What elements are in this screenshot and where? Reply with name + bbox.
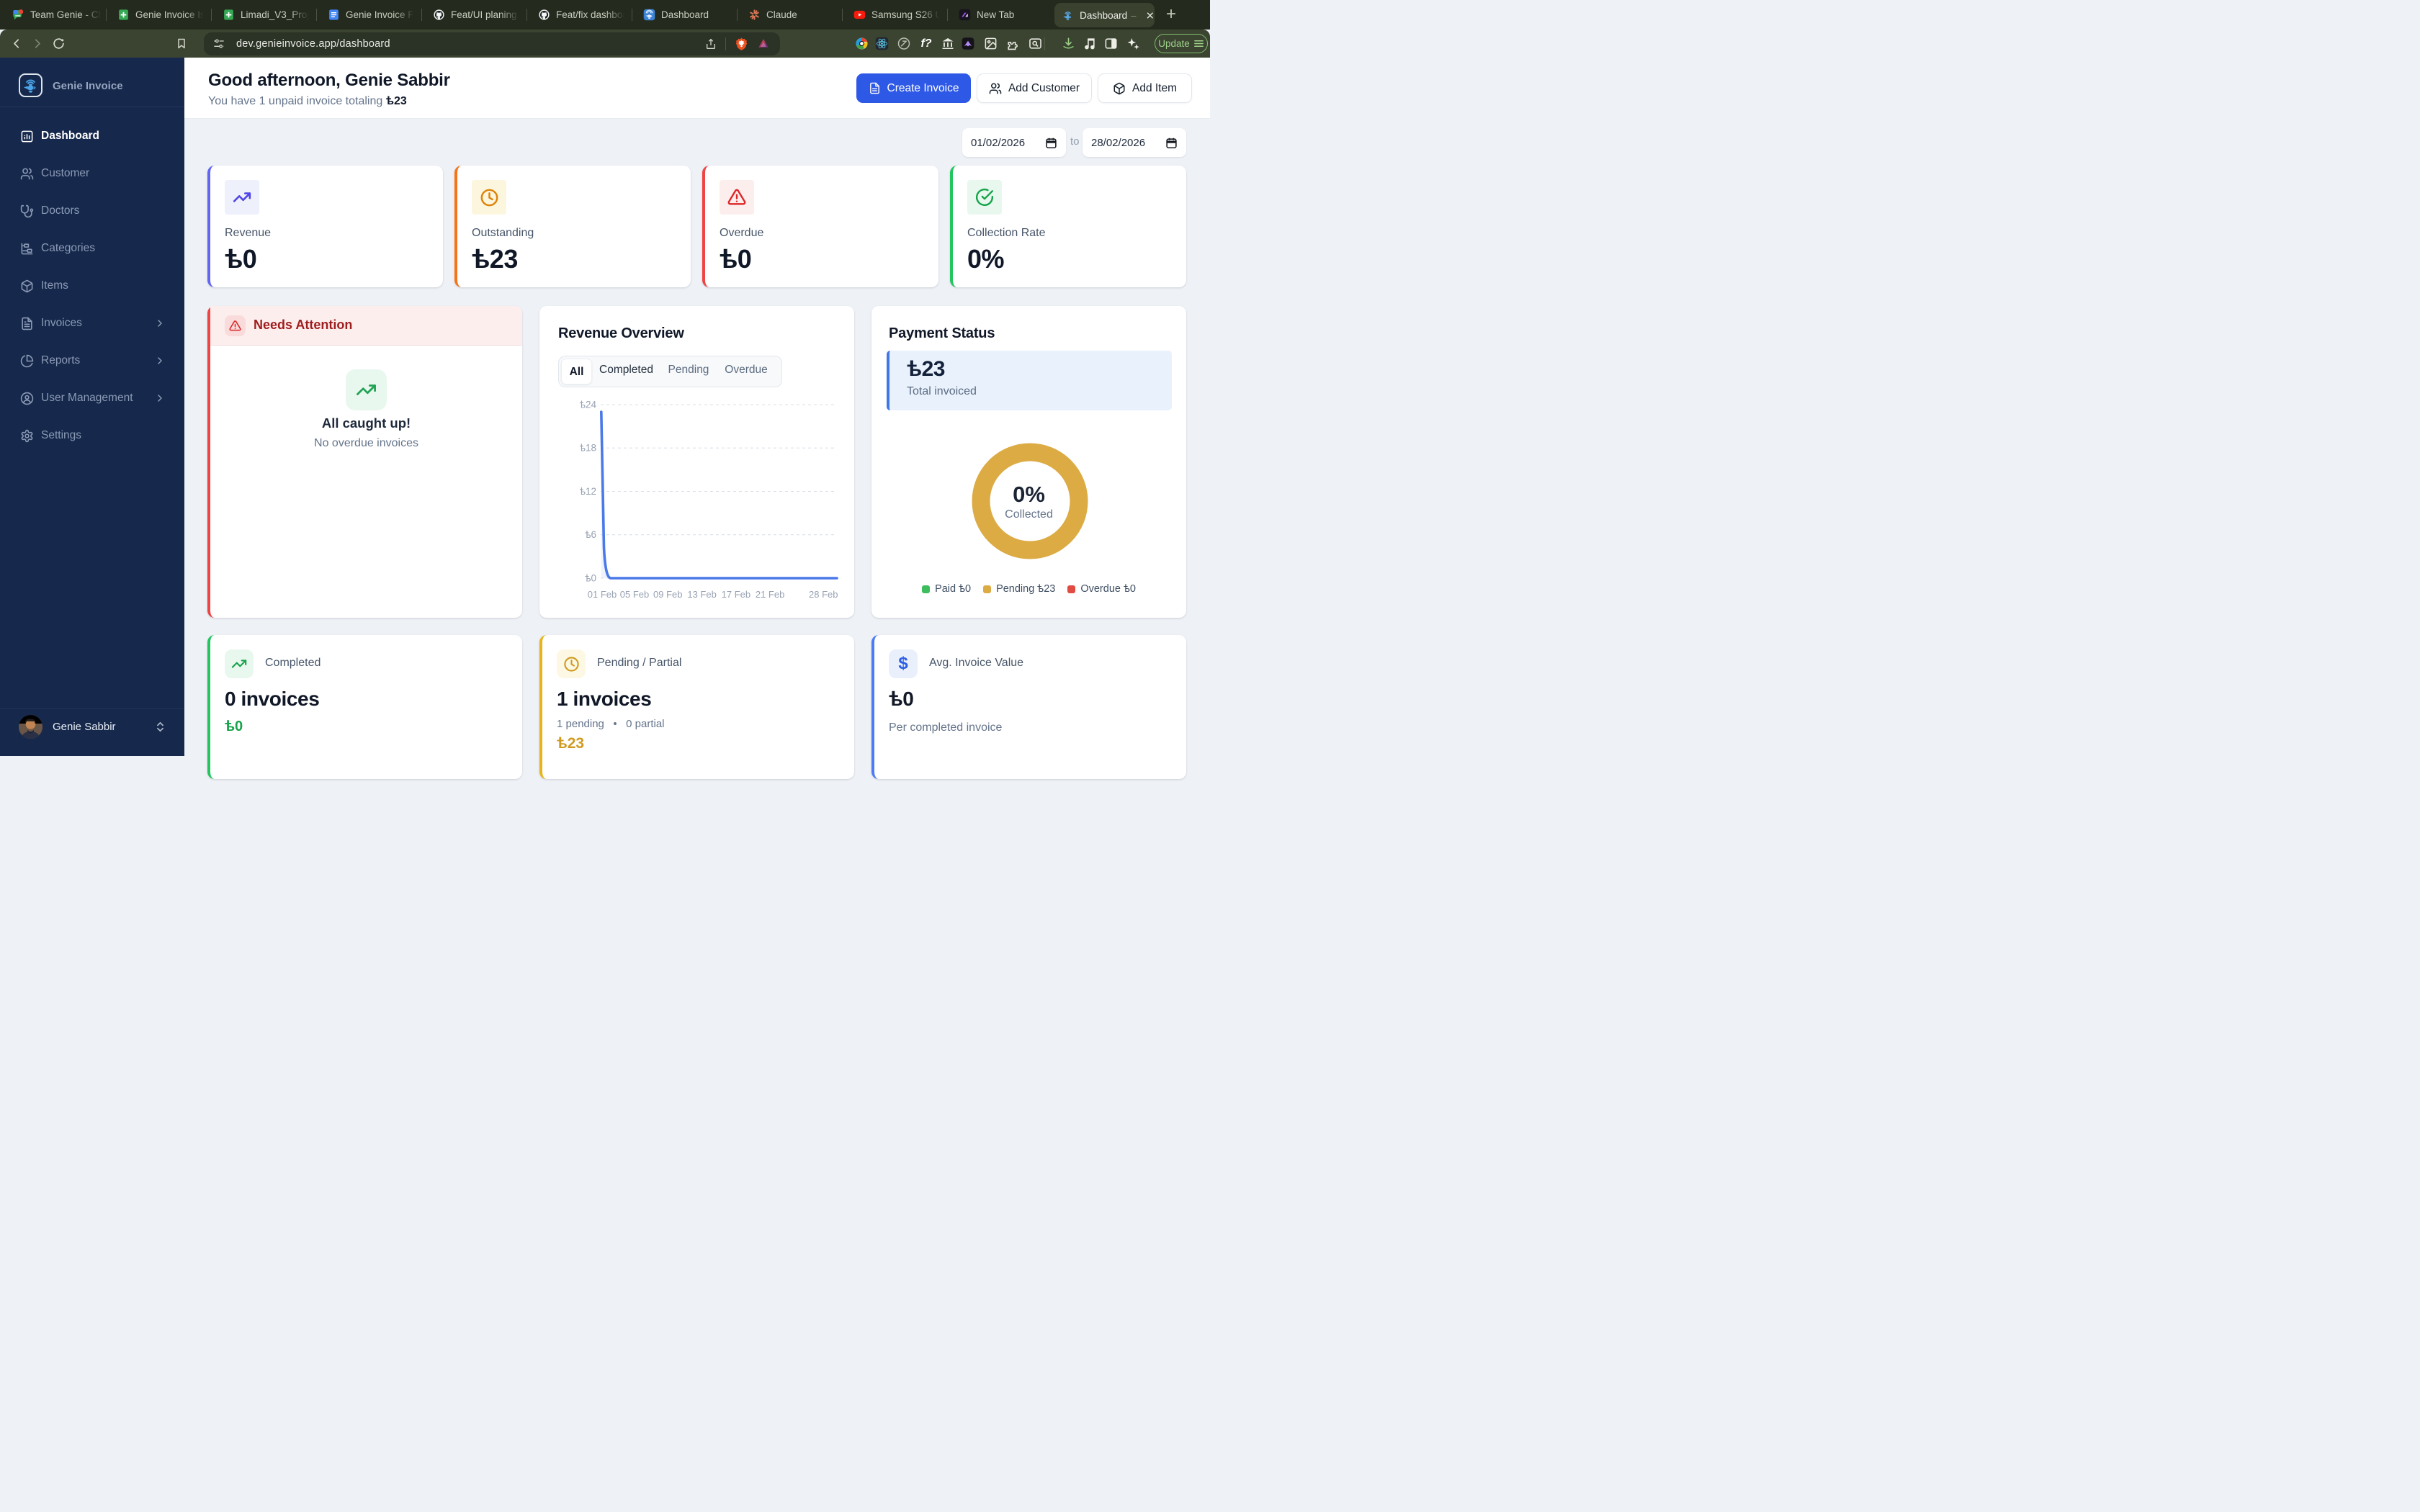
svg-text:05 Feb: 05 Feb	[620, 589, 649, 600]
svg-text:ѣ0: ѣ0	[585, 573, 596, 584]
svg-text:ѣ6: ѣ6	[585, 529, 596, 540]
svg-text:ѣ24: ѣ24	[580, 400, 597, 410]
svg-text:17 Feb: 17 Feb	[722, 589, 750, 600]
svg-text:01 Feb: 01 Feb	[588, 589, 617, 600]
svg-text:09 Feb: 09 Feb	[653, 589, 682, 600]
svg-text:28 Feb: 28 Feb	[809, 589, 838, 600]
svg-text:13 Feb: 13 Feb	[687, 589, 716, 600]
svg-text:21 Feb: 21 Feb	[756, 589, 784, 600]
svg-text:ѣ18: ѣ18	[580, 443, 596, 454]
svg-text:ѣ12: ѣ12	[580, 486, 596, 497]
